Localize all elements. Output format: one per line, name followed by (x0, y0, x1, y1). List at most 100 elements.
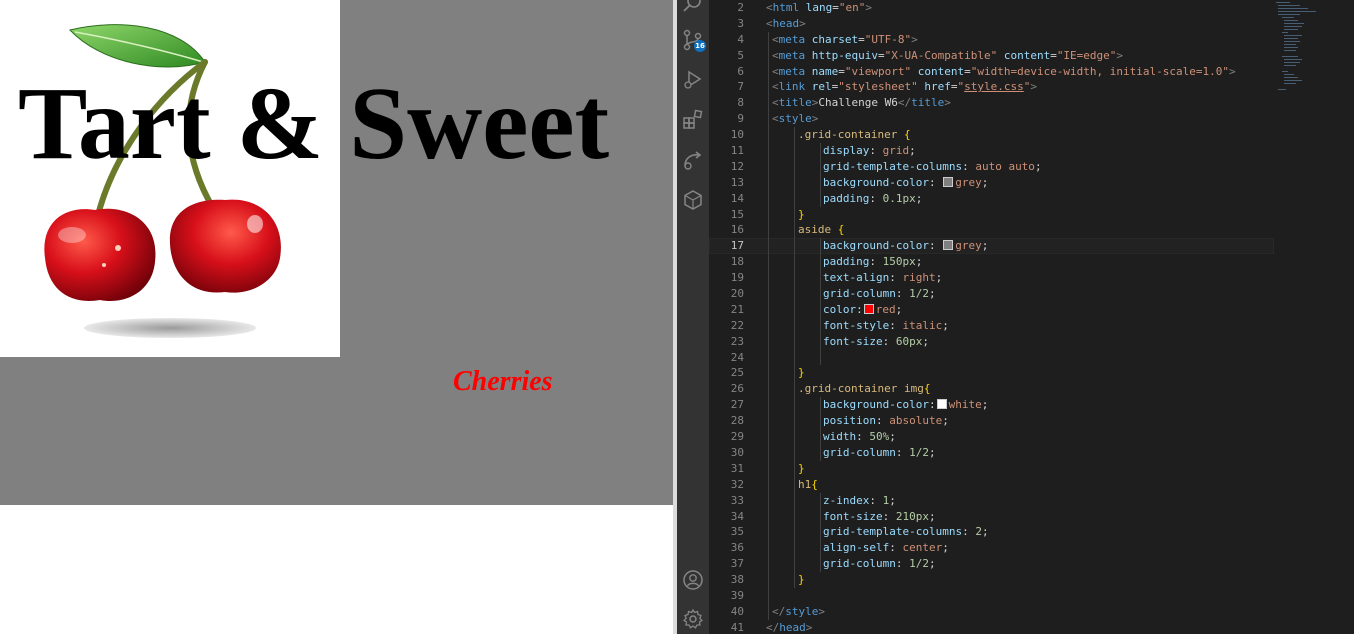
indent-guide (820, 508, 821, 525)
code-line[interactable]: 14 padding: 0.1px; (709, 190, 1274, 207)
color-swatch[interactable] (943, 176, 954, 187)
code-token: > (944, 96, 951, 110)
code-line[interactable]: 16 aside { (709, 222, 1274, 239)
code-line[interactable]: 10 .grid-container { (709, 127, 1274, 144)
remote-explorer-icon[interactable] (681, 148, 705, 172)
code-line[interactable]: 28 position: absolute; (709, 413, 1274, 430)
line-number: 13 (730, 175, 744, 189)
code-line[interactable]: 12 grid-template-columns: auto auto; (709, 158, 1274, 175)
code-line[interactable]: 27 background-color: white; (709, 397, 1274, 414)
minimap[interactable] (1274, 0, 1354, 634)
code-text: padding: 0.1px; (823, 191, 922, 207)
code-token: ; (942, 318, 949, 332)
code-line[interactable]: 24 (709, 349, 1274, 366)
code-line[interactable]: 40 </style> (709, 603, 1274, 620)
code-token: z-index (823, 493, 870, 507)
code-line[interactable]: 2 <html lang="en"> (709, 0, 1274, 16)
code-line[interactable]: 8 <title>Challenge W6</title> (709, 95, 1274, 112)
grid-container: Tart & Sweet Cherries (0, 0, 673, 505)
color-swatch[interactable] (943, 240, 954, 251)
code-line[interactable]: 34 font-size: 210px; (709, 508, 1274, 525)
line-number: 23 (730, 334, 744, 348)
line-number: 31 (730, 461, 744, 475)
code-token: style (785, 604, 819, 618)
indent-guide (794, 286, 795, 302)
code-line[interactable]: 19 text-align: right; (709, 270, 1274, 287)
code-token: Challenge W6 (818, 96, 898, 110)
code-line[interactable]: 18 padding: 150px; (709, 254, 1274, 271)
indent-guide (768, 413, 769, 430)
search-icon[interactable] (681, 0, 705, 16)
code-line[interactable]: 3 <head> (709, 16, 1274, 32)
code-line[interactable]: 5 <meta http-equiv="X-UA-Compatible" cont… (709, 47, 1274, 64)
code-line[interactable]: 41 </head> (709, 620, 1274, 634)
indent-guide (768, 317, 769, 334)
code-text: <link rel="stylesheet" href="style.css"> (772, 79, 1037, 95)
code-line[interactable]: 21 color: red; (709, 301, 1274, 318)
code-text: font-size: 60px; (823, 334, 929, 350)
code-line[interactable]: 37 grid-column: 1/2; (709, 556, 1274, 573)
extensions-icon[interactable] (681, 108, 705, 132)
color-swatch[interactable] (936, 399, 947, 410)
indent-guide (794, 238, 795, 255)
code-line[interactable]: 23 font-size: 60px; (709, 333, 1274, 350)
code-line[interactable]: 38} (709, 572, 1274, 588)
code-line[interactable]: 33 z-index: 1; (709, 492, 1274, 509)
code-line[interactable]: 32 h1{ (709, 476, 1274, 493)
code-line[interactable]: 26 .grid-container img{ (709, 381, 1274, 398)
code-token: aside (798, 223, 832, 237)
code-token: 1/2 (909, 557, 929, 571)
code-line[interactable]: 13 background-color: grey; (709, 174, 1274, 191)
code-line[interactable]: 22 font-style: italic; (709, 317, 1274, 334)
settings-gear-icon[interactable] (681, 607, 705, 631)
code-line[interactable]: 30 grid-column: 1/2; (709, 444, 1274, 461)
line-number: 11 (730, 144, 744, 158)
code-line[interactable]: 6 <meta name="viewport" content="width=de… (709, 63, 1274, 80)
code-token: : (962, 525, 976, 539)
code-token: { (811, 477, 818, 491)
code-line[interactable]: 4 <meta charset="UTF-8"> (709, 31, 1274, 48)
indent-guide (794, 190, 795, 207)
line-number: 35 (730, 525, 744, 539)
code-line[interactable]: 29 width: 50%; (709, 429, 1274, 445)
code-line[interactable]: 20 grid-column: 1/2; (709, 286, 1274, 302)
color-swatch[interactable] (863, 303, 874, 314)
indent-guide (794, 317, 795, 334)
code-token: < (772, 64, 779, 78)
code-area[interactable]: 2 <html lang="en"> 3 <head> 4 <meta charset="… (709, 0, 1274, 634)
line-number: 7 (737, 80, 744, 94)
code-token: meta (778, 32, 806, 46)
code-line[interactable]: 9 <style> (709, 111, 1274, 128)
code-token: ; (928, 445, 936, 459)
code-token: ; (1034, 159, 1042, 173)
line-number: 39 (730, 588, 744, 602)
indent-guide (820, 349, 821, 366)
source-control-icon[interactable]: 16 (681, 28, 706, 52)
code-line[interactable]: 7 <link rel="stylesheet" href="style.css"… (709, 79, 1274, 96)
code-text: <html lang="en"> (766, 0, 872, 16)
indent-guide (768, 460, 769, 477)
docker-icon[interactable] (681, 188, 705, 212)
indent-guide (768, 508, 769, 525)
indent-guide (820, 174, 821, 191)
code-token: padding (823, 255, 870, 269)
code-text: aside { (798, 222, 844, 238)
account-icon[interactable] (681, 568, 705, 592)
code-line[interactable]: 36 align-self: center; (709, 540, 1274, 557)
code-line[interactable]: 39 (709, 587, 1274, 604)
indent-guide (768, 270, 769, 287)
code-line[interactable]: 25} (709, 365, 1274, 382)
code-token: > (811, 112, 819, 126)
code-token: ; (895, 302, 903, 316)
code-token: grid (882, 144, 910, 158)
code-line[interactable]: 15} (709, 206, 1274, 223)
code-text: background-color: grey; (823, 175, 988, 191)
code-line[interactable]: 11 display: grid; (709, 143, 1274, 159)
run-debug-icon[interactable] (681, 67, 705, 91)
code-line[interactable]: 31} (709, 460, 1274, 477)
code-line[interactable]: 35 grid-template-columns: 2; (709, 524, 1274, 541)
code-line[interactable]: 17 background-color: grey; (709, 238, 1274, 255)
indent-guide (820, 429, 821, 445)
